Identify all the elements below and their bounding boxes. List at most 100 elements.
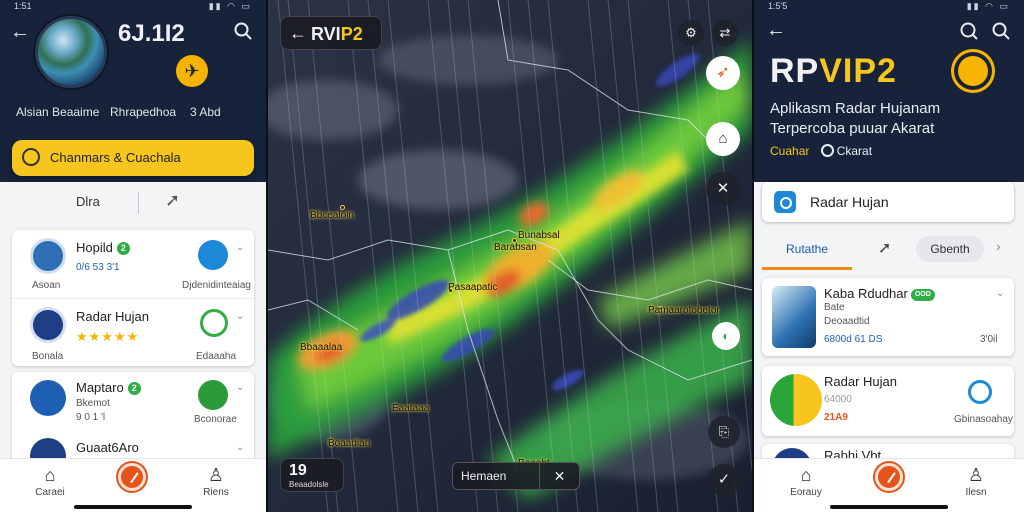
- radar-app-icon: [774, 191, 796, 213]
- title-part-b: P2: [340, 24, 363, 44]
- app-detail-screen: 1:5'5 ▮▮ ◠ ▭ ← RPVIP2 Aplikasm Radar Huj…: [754, 0, 1024, 512]
- item-meta: 6800d 61 DS: [824, 334, 883, 345]
- search-icon[interactable]: [992, 22, 1010, 40]
- home-indicator: [830, 505, 948, 509]
- app-home-screen: 1:51 ▮▮ ◠ ▭ ← 6J.1I2 ✈ Alsian Beaaime Rh…: [0, 0, 266, 512]
- item-right-caption: Bconorae: [194, 414, 237, 425]
- airplane-icon[interactable]: ✈: [176, 55, 208, 87]
- search-icon[interactable]: [960, 22, 978, 40]
- item-caption: Bonala: [32, 351, 64, 362]
- check-icon[interactable]: ✓: [708, 464, 740, 496]
- radar-map-screen[interactable]: ← RVIP2 ⚙ ⇄ ➶ ⌂ ✕ ◐ ⎘ ✓ Bbcealoin Barabs…: [268, 0, 752, 512]
- playback-control[interactable]: Hemaen ✕: [452, 462, 580, 491]
- action-bar[interactable]: Chanmars & Cuachala: [12, 140, 254, 176]
- sync-icon: [968, 380, 992, 404]
- tab-pill[interactable]: Gbenth: [916, 236, 984, 262]
- item-sub: Bate: [824, 302, 845, 313]
- city-label: Bbcealoin: [310, 210, 354, 221]
- city-label: Boaadian: [328, 438, 371, 449]
- list-item[interactable]: Radar Hujan ★★★★★ Bonala Edaaaha ⌄: [12, 298, 254, 366]
- item-sub-2: Deoaadtid: [824, 316, 870, 327]
- item-sub: 64000: [824, 394, 852, 405]
- header-links: Cuahar Ckarat: [770, 144, 872, 158]
- status-bar: 1:51 ▮▮ ◠ ▭: [0, 0, 266, 12]
- screenshot-collage: 1:51 ▮▮ ◠ ▭ ← 6J.1I2 ✈ Alsian Beaaime Rh…: [0, 0, 1024, 512]
- chevron-down-icon[interactable]: ⌄: [236, 311, 244, 322]
- nav-item-home[interactable]: ⌂ Caraei: [20, 465, 80, 498]
- item-meta: 0/6 53 3'1: [76, 262, 120, 273]
- share-icon[interactable]: ➚: [878, 238, 891, 258]
- link-cuahar[interactable]: Cuahar: [770, 144, 809, 158]
- location-icon[interactable]: ➶: [706, 56, 740, 90]
- nav-label: Caraei: [35, 487, 65, 498]
- share-icon[interactable]: ⎘: [708, 416, 740, 448]
- city-label: Pasaapatic: [448, 282, 498, 293]
- search-icon[interactable]: [234, 22, 252, 40]
- list-card: Maptaro 2 Bkemot 9 0 1 'l Bconorae ⌄ Guaa…: [12, 372, 254, 468]
- chevron-right-icon[interactable]: ›: [996, 238, 1001, 254]
- settings-icon[interactable]: ⚙: [678, 20, 704, 46]
- tab-underline: [762, 267, 852, 270]
- home-icon: ⌂: [44, 465, 56, 485]
- tab-bar: Rutathe ➚ Gbenth ›: [754, 232, 1024, 272]
- subtitle-left: Alsian Beaaime: [16, 105, 100, 119]
- back-arrow-icon[interactable]: ←: [766, 20, 786, 40]
- title-pill[interactable]: ← RVIP2: [280, 16, 382, 50]
- tab-bar: Dlra ➚: [0, 182, 266, 226]
- chevron-down-icon[interactable]: ⌄: [996, 288, 1004, 299]
- city-label: Bunabsal: [518, 230, 560, 241]
- home-icon: ⌂: [800, 465, 812, 485]
- app-card[interactable]: Kaba Rdudhar OOD Bate Deoaadtid 6800d 61 …: [762, 278, 1014, 356]
- share-icon[interactable]: ➚: [165, 190, 180, 211]
- list-item[interactable]: Hopild 2 0/6 53 3'1 Asoan Djdenidinteaiag…: [12, 230, 254, 298]
- status-time: 1:5'5: [768, 1, 788, 11]
- list-item[interactable]: Maptaro 2 Bkemot 9 0 1 'l Bconorae ⌄: [12, 372, 254, 436]
- tagline-1: Aplikasm Radar Hujanam: [770, 100, 941, 117]
- home-indicator: [74, 505, 192, 509]
- item-meta: Bkemot: [76, 398, 110, 409]
- record-icon[interactable]: [875, 463, 903, 491]
- nav-item-profile[interactable]: ♙ Ilesn: [946, 465, 1006, 498]
- title-part-b: VIP2: [819, 52, 897, 90]
- nav-item-home[interactable]: ⌂ Eorauy: [776, 465, 836, 498]
- status-bar: 1:5'5 ▮▮ ◠ ▭: [754, 0, 1024, 12]
- nav-label: Eorauy: [790, 487, 822, 498]
- nav-item-profile[interactable]: ♙ Riens: [186, 465, 246, 498]
- brand-icon: [200, 309, 228, 337]
- nav-label: Ilesn: [965, 487, 987, 498]
- app-icon: [30, 307, 66, 343]
- tab-main[interactable]: Dlra: [76, 194, 100, 209]
- record-icon[interactable]: [118, 463, 146, 491]
- compass-icon[interactable]: ◐: [712, 322, 740, 350]
- header: 1:51 ▮▮ ◠ ▭ ← 6J.1I2 ✈ Alsian Beaaime Rh…: [0, 0, 266, 182]
- layers-icon[interactable]: ⇄: [712, 20, 738, 46]
- rating-stars: ★★★★★: [76, 329, 140, 344]
- search-icon: [22, 148, 40, 166]
- status-badge: OOD: [910, 289, 935, 301]
- timestamp-box: 19 Beaadolsle: [280, 458, 344, 492]
- back-arrow-icon[interactable]: ←: [10, 22, 30, 42]
- chevron-down-icon[interactable]: ⌄: [236, 242, 244, 253]
- search-box[interactable]: Radar Hujan: [762, 182, 1014, 222]
- item-name: Kaba Rdudhar: [824, 286, 908, 301]
- chevron-down-icon[interactable]: ⌄: [236, 382, 244, 393]
- time-number: 19: [289, 462, 307, 479]
- item-caption: Asoan: [32, 280, 61, 291]
- chevron-down-icon[interactable]: ⌄: [236, 442, 244, 453]
- tab-active[interactable]: Rutathe: [786, 242, 828, 256]
- item-name: Guaat6Aro: [76, 440, 139, 455]
- header: 1:5'5 ▮▮ ◠ ▭ ← RPVIP2 Aplikasm Radar Huj…: [754, 0, 1024, 182]
- back-arrow-icon[interactable]: ←: [289, 23, 307, 44]
- play-icon[interactable]: ✕: [539, 463, 579, 491]
- radar-map[interactable]: [268, 0, 752, 512]
- tab-divider: [138, 192, 139, 214]
- subtitle-mid: Rhrapedhoa: [110, 105, 177, 119]
- sun-icon: [958, 56, 988, 86]
- app-card[interactable]: Radar Hujan 64000 21A9 Gbinasoahay: [762, 366, 1014, 436]
- item-meta-2: 9 0 1 'l: [76, 412, 106, 423]
- item-name: Hopild: [76, 240, 113, 255]
- building-icon[interactable]: ⌂: [706, 122, 740, 156]
- tagline-2: Terpercoba puuar Akarat: [770, 120, 935, 137]
- clock-icon: [820, 144, 834, 157]
- tools-icon[interactable]: ✕: [706, 172, 740, 206]
